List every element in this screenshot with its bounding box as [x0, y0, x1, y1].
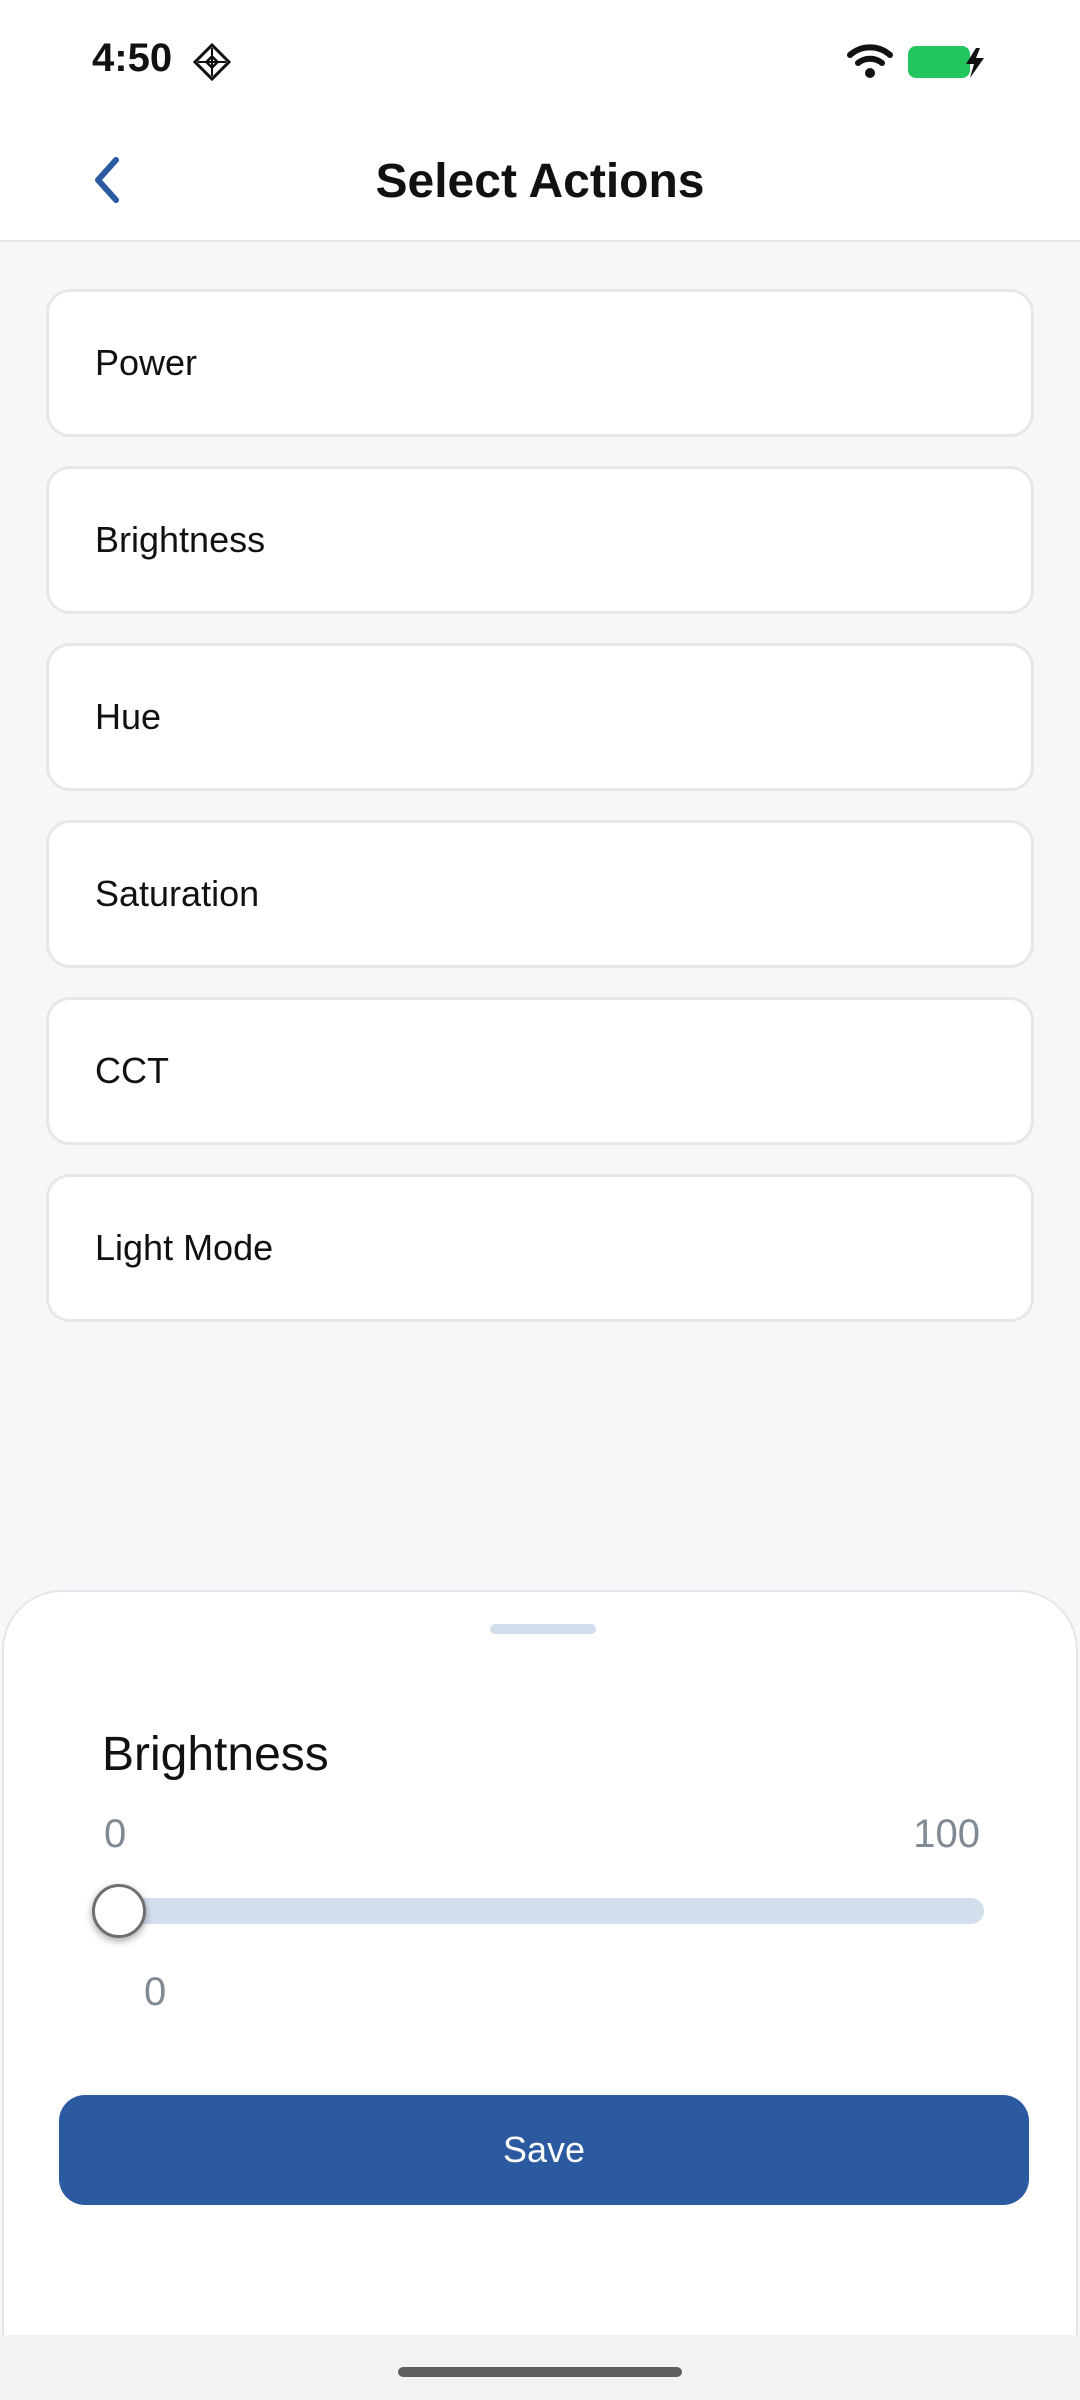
brightness-slider-track[interactable] [116, 1898, 984, 1924]
action-item-label: Saturation [95, 873, 260, 914]
slider-max-label: 100 [913, 1812, 980, 1856]
action-item-label: Light Mode [95, 1227, 274, 1268]
status-time: 4:50 [92, 36, 173, 80]
action-item-power[interactable]: Power [46, 289, 1034, 437]
action-item-light-mode[interactable]: Light Mode [46, 1174, 1034, 1322]
action-item-label: Power [95, 342, 198, 383]
action-item-label: CCT [95, 1050, 169, 1091]
sheet-title: Brightness [102, 1728, 329, 1781]
brightness-slider-thumb[interactable] [92, 1884, 146, 1938]
status-bar: 4:50 [0, 0, 1080, 120]
action-item-saturation[interactable]: Saturation [46, 820, 1034, 968]
action-item-label: Brightness [95, 519, 266, 560]
home-indicator[interactable] [398, 2367, 682, 2377]
app-header: Select Actions [0, 120, 1080, 242]
save-button[interactable]: Save [59, 2095, 1029, 2205]
brightness-bottom-sheet: Brightness 0 100 0 Save [2, 1590, 1078, 2335]
slider-min-label: 0 [104, 1812, 127, 1856]
system-nav-bar [0, 2335, 1080, 2400]
action-item-hue[interactable]: Hue [46, 643, 1034, 791]
wifi-icon [847, 44, 893, 78]
sheet-drag-handle[interactable] [490, 1624, 596, 1634]
diamond-grid-icon [192, 42, 232, 82]
action-item-brightness[interactable]: Brightness [46, 466, 1034, 614]
battery-charging-icon [908, 46, 984, 78]
action-list: Power Brightness Hue Saturation CCT Ligh… [46, 289, 1034, 1351]
action-item-label: Hue [95, 696, 162, 737]
slider-current-value: 0 [144, 1970, 167, 2014]
action-item-cct[interactable]: CCT [46, 997, 1034, 1145]
page-title: Select Actions [375, 155, 705, 208]
